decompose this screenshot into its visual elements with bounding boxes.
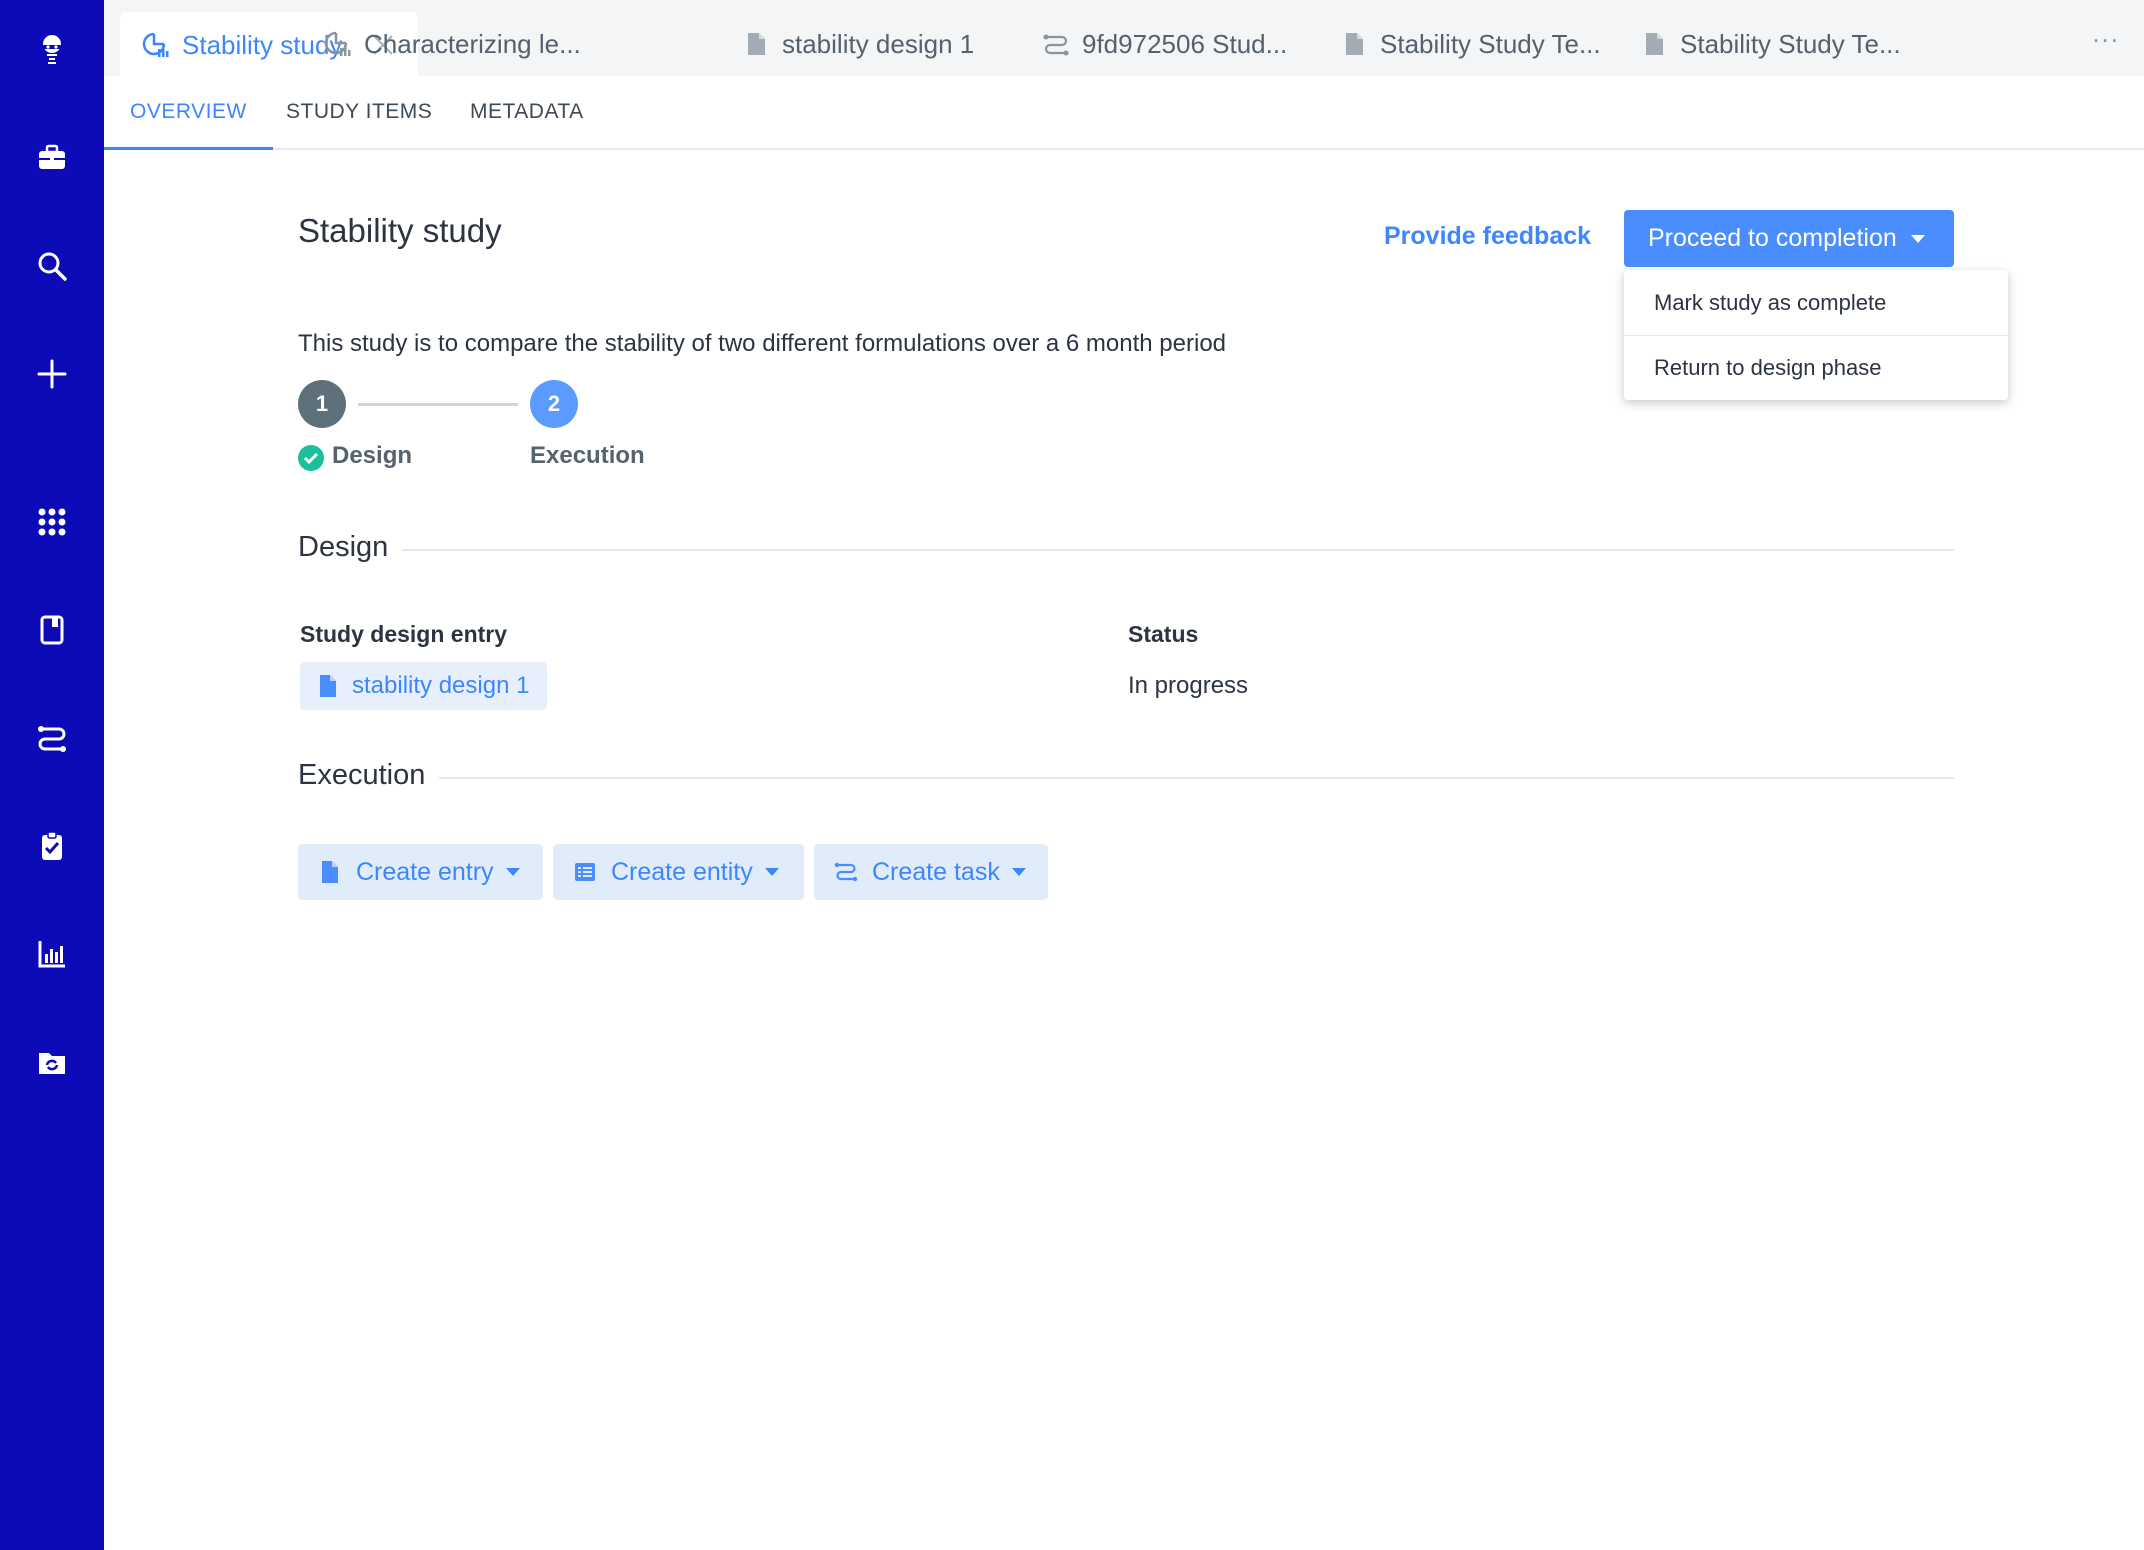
tab-bar: Stability study Characterizing le... sta… [104,0,2144,78]
notebook-icon[interactable] [32,610,72,650]
proceed-to-completion-button[interactable]: Proceed to completion [1624,210,1954,267]
sidebar-nav [0,0,104,1550]
tab-stability-study-te-2[interactable]: Stability Study Te... [1640,12,1901,76]
folder-sync-icon[interactable] [32,1042,72,1082]
document-icon [742,30,770,58]
create-task-label: Create task [872,857,1000,886]
proceed-label: Proceed to completion [1648,224,1897,252]
provide-feedback-link[interactable]: Provide feedback [1384,222,1591,251]
tab-label: Stability Study Te... [1380,28,1601,59]
logo-icon[interactable] [32,30,72,70]
table-icon [575,863,595,881]
menu-item-return-design[interactable]: Return to design phase [1624,335,2008,400]
design-entry-name: stability design 1 [352,672,530,699]
create-entity-label: Create entity [611,857,753,886]
proceed-dropdown-menu: Mark study as complete Return to design … [1624,270,2008,400]
tab-metadata[interactable]: METADATA [470,76,584,148]
execution-section-title: Execution [298,759,440,792]
tab-stability-study-te-1[interactable]: Stability Study Te... [1340,12,1601,76]
more-tabs-button[interactable]: ... [2092,18,2120,49]
study-icon [142,31,170,59]
status-label: Status [1128,621,1199,647]
briefcase-icon[interactable] [32,138,72,178]
chevron-down-icon [1910,234,1925,243]
chevron-down-icon [764,868,779,876]
search-icon[interactable] [32,246,72,286]
create-task-button[interactable]: Create task [814,844,1048,900]
study-icon [324,30,352,58]
create-entry-label: Create entry [356,857,494,886]
tab-study-items[interactable]: STUDY ITEMS [286,76,432,148]
clipboard-check-icon[interactable] [32,826,72,866]
tab-workflow[interactable]: 9fd972506 Stud... [1042,12,1287,76]
tab-label: Stability study [182,29,343,60]
menu-item-mark-complete[interactable]: Mark study as complete [1624,270,2008,335]
document-icon [1340,30,1368,58]
chevron-down-icon [505,868,520,876]
step-connector [358,403,518,406]
create-entity-button[interactable]: Create entity [553,844,804,900]
step-1-label: Design [332,442,413,469]
document-icon [320,675,336,697]
workflow-icon[interactable] [32,718,72,758]
status-value: In progress [1128,672,1249,699]
step-1-circle: 1 [298,380,346,428]
tab-label: Stability Study Te... [1680,28,1901,59]
design-entry-link[interactable]: stability design 1 [300,662,548,710]
section-divider [298,549,1954,551]
tab-label: Characterizing le... [364,28,581,59]
tab-overview[interactable]: OVERVIEW [104,76,273,150]
study-description: This study is to compare the stability o… [298,330,1227,357]
step-2-label: Execution [530,442,645,469]
page-title: Stability study [298,212,502,249]
document-icon [322,861,338,883]
tab-label: 9fd972506 Stud... [1082,28,1288,59]
sub-tab-bar: OVERVIEW STUDY ITEMS METADATA [104,76,2144,150]
design-section-title: Design [298,531,403,564]
chevron-down-icon [1011,868,1026,876]
check-circle-icon [298,445,324,471]
step-2-circle: 2 [530,380,578,428]
plus-icon[interactable] [32,354,72,394]
tab-label: stability design 1 [782,28,975,59]
study-design-entry-label: Study design entry [300,621,508,647]
bar-chart-icon[interactable] [32,934,72,974]
tab-stability-design[interactable]: stability design 1 [742,12,974,76]
workflow-icon [1042,30,1070,58]
tab-characterizing[interactable]: Characterizing le... [324,12,581,76]
apps-grid-icon[interactable] [32,502,72,542]
workflow-icon [834,862,858,882]
document-icon [1640,30,1668,58]
create-entry-button[interactable]: Create entry [298,844,543,900]
section-divider [298,777,1954,779]
